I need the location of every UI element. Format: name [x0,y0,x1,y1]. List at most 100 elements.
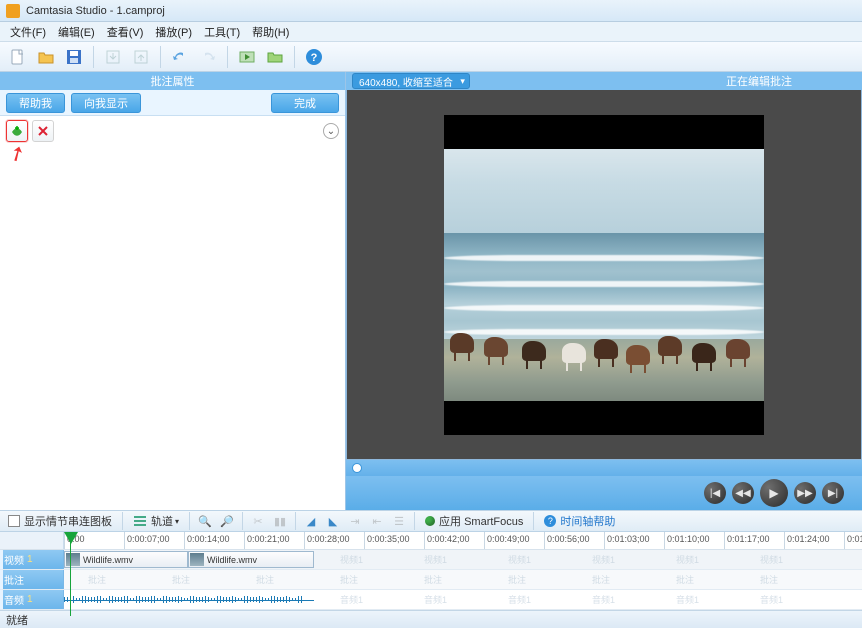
toolbar-separator [294,46,295,68]
checkbox-icon [8,515,20,527]
video-track: 视频 1 Wildlife.wmv Wildlife.wmv 视频1 视频1 视… [0,550,862,570]
clip-thumbnail [66,553,80,566]
tracks-icon [133,514,147,528]
ghost-label: 音频1 [592,593,615,606]
toolbar-separator [414,512,415,530]
audio-waveform [64,592,314,607]
undo-button[interactable] [168,45,192,69]
ruler-tick: 0:01:17;00 [724,532,784,549]
video-track-number: 1 [27,554,33,565]
app-icon [6,4,20,18]
video-track-head[interactable]: 视频 1 [0,550,64,569]
new-button[interactable] [6,45,30,69]
smartfocus-button[interactable]: 应用 SmartFocus [421,513,527,529]
annotation-track-head[interactable]: 批注 [0,570,64,589]
open-button[interactable] [34,45,58,69]
fade-out-button[interactable]: ◣ [324,512,342,530]
tool-c-button[interactable]: ☰ [390,512,408,530]
audio-track-body[interactable]: 音频1 音频1 音频1 音频1 音频1 音频1 [64,590,862,609]
share-button[interactable] [263,45,287,69]
zoom-out-button[interactable]: 🔎 [218,512,236,530]
ghost-label: 音频1 [340,593,363,606]
video-clip[interactable]: Wildlife.wmv [188,551,314,568]
playback-controls: |◀ ◀◀ ▶ ▶▶ ▶| [346,476,862,510]
timeline-help-button[interactable]: ? 时间轴帮助 [540,513,619,529]
toolbar-separator [160,46,161,68]
annotation-track-body[interactable]: 批注 批注 批注 批注 批注 批注 批注 批注 批注 [64,570,862,589]
scrub-handle[interactable] [352,463,362,473]
menu-file[interactable]: 文件(F) [4,22,52,42]
preview-panel: 640x480, 收缩至适合 正在编辑批注 [346,72,862,510]
zoom-in-button[interactable]: 🔍 [196,512,214,530]
menu-edit[interactable]: 编辑(E) [52,22,101,42]
editing-mode-label: 正在编辑批注 [726,73,862,89]
next-frame-button[interactable]: ▶▶ [794,482,816,504]
annotation-panel: 批注属性 帮助我 向我显示 完成 ⌄ ➚ [0,72,346,510]
show-storyboard-toggle[interactable]: 显示情节串连图板 [4,513,116,529]
produce-button[interactable] [235,45,259,69]
tool-a-button[interactable]: ⇥ [346,512,364,530]
save-button[interactable] [62,45,86,69]
help-button[interactable]: ? [302,45,326,69]
export-button[interactable] [129,45,153,69]
audio-track-head[interactable]: 音频 1 [0,590,64,609]
ruler-tick: 0:00:35;00 [364,532,424,549]
ghost-label: 批注 [508,573,526,586]
annotation-panel-title: 批注属性 [0,72,345,90]
annotation-panel-body [0,146,345,510]
menu-view[interactable]: 查看(V) [101,22,150,42]
tracks-dropdown[interactable]: 轨道 ▾ [129,513,183,529]
audio-track-number: 1 [27,594,33,605]
ruler-tick: 0:00:07;00 [124,532,184,549]
main-area: 批注属性 帮助我 向我显示 完成 ⌄ ➚ 640x480, 收缩至适合 正在编辑… [0,72,862,510]
menu-help[interactable]: 帮助(H) [246,22,295,42]
ghost-label: 视频1 [340,553,363,566]
help-me-button[interactable]: 帮助我 [6,93,65,113]
letterbox-top [444,115,764,149]
tool-b-button[interactable]: ⇤ [368,512,386,530]
toolbar-separator [227,46,228,68]
scrub-bar[interactable] [346,460,862,476]
preview-canvas[interactable] [346,90,862,460]
ruler-tick: 0:00:28;00 [304,532,364,549]
ghost-label: 批注 [88,573,106,586]
video-beach [444,339,764,401]
ghost-label: 批注 [256,573,274,586]
clip-label: Wildlife.wmv [207,555,257,565]
video-track-body[interactable]: Wildlife.wmv Wildlife.wmv 视频1 视频1 视频1 视频… [64,550,862,569]
first-frame-button[interactable]: |◀ [704,482,726,504]
ruler-tick: 0:00:21;00 [244,532,304,549]
ruler-tick: 0:01:03;00 [604,532,664,549]
import-button[interactable] [101,45,125,69]
playhead-marker[interactable] [64,532,78,544]
fade-in-button[interactable]: ◢ [302,512,320,530]
time-ruler[interactable]: 0:000:00:07;000:00:14;000:00:21;000:00:2… [0,532,862,550]
clip-label: Wildlife.wmv [83,555,133,565]
last-frame-button[interactable]: ▶| [822,482,844,504]
video-frame [444,115,764,435]
expand-options-button[interactable]: ⌄ [323,123,339,139]
video-sea [444,233,764,343]
timeline-help-label: 时间轴帮助 [560,513,615,529]
show-storyboard-label: 显示情节串连图板 [24,513,112,529]
zoom-selector[interactable]: 640x480, 收缩至适合 [352,73,470,89]
done-button[interactable]: 完成 [271,93,339,113]
menubar: 文件(F) 编辑(E) 查看(V) 播放(P) 工具(T) 帮助(H) [0,22,862,42]
annotation-track-label: 批注 [4,572,24,587]
split-button[interactable]: ▮▮ [271,512,289,530]
remove-annotation-button[interactable] [32,120,54,142]
svg-text:?: ? [311,52,318,64]
preview-header: 640x480, 收缩至适合 正在编辑批注 [346,72,862,90]
video-track-label: 视频 [4,552,24,567]
menu-tools[interactable]: 工具(T) [198,22,246,42]
ghost-label: 批注 [172,573,190,586]
prev-frame-button[interactable]: ◀◀ [732,482,754,504]
cut-button[interactable]: ✂ [249,512,267,530]
add-annotation-button[interactable] [6,120,28,142]
redo-button[interactable] [196,45,220,69]
clip-thumbnail [190,553,204,566]
menu-play[interactable]: 播放(P) [149,22,198,42]
show-me-button[interactable]: 向我显示 [71,93,141,113]
play-button[interactable]: ▶ [760,479,788,507]
video-clip[interactable]: Wildlife.wmv [64,551,188,568]
